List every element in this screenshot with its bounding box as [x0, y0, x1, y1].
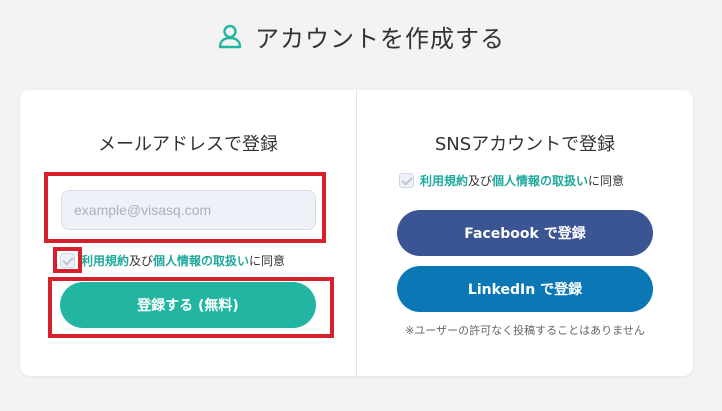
privacy-link[interactable]: 個人情報の取扱い: [153, 252, 249, 269]
email-consent: 利用規約 及び 個人情報の取扱い に同意: [60, 252, 285, 269]
register-button[interactable]: 登録する (無料): [60, 282, 316, 328]
page-title: アカウントを作成する: [255, 24, 505, 53]
facebook-signup-button[interactable]: Facebook で登録: [397, 210, 653, 256]
consent-suffix: に同意: [249, 254, 286, 268]
consent-connector: 及び: [129, 254, 154, 268]
terms-link[interactable]: 利用規約: [81, 252, 129, 269]
user-icon: [218, 24, 242, 49]
page-header: アカウントを作成する: [0, 18, 722, 54]
sns-terms-link[interactable]: 利用規約: [420, 172, 468, 189]
linkedin-signup-button[interactable]: LinkedIn で登録: [397, 266, 653, 312]
sns-consent-checkbox[interactable]: [399, 173, 414, 188]
sns-consent-suffix: に同意: [588, 174, 625, 188]
sns-consent-connector: 及び: [468, 174, 493, 188]
email-consent-checkbox[interactable]: [60, 253, 75, 268]
sns-signup-title: SNSアカウントで登録: [434, 134, 616, 155]
sns-privacy-link[interactable]: 個人情報の取扱い: [492, 172, 588, 189]
signup-card: メールアドレスで登録 利用規約 及び 個人情報の取扱い に同意 登録する (無料…: [20, 90, 693, 376]
email-signup-title: メールアドレスで登録: [98, 134, 278, 155]
email-input[interactable]: [61, 190, 316, 230]
no-posting-note: ※ユーザーの許可なく投稿することはありません: [405, 324, 645, 337]
sns-consent: 利用規約 及び 個人情報の取扱い に同意: [399, 172, 624, 189]
